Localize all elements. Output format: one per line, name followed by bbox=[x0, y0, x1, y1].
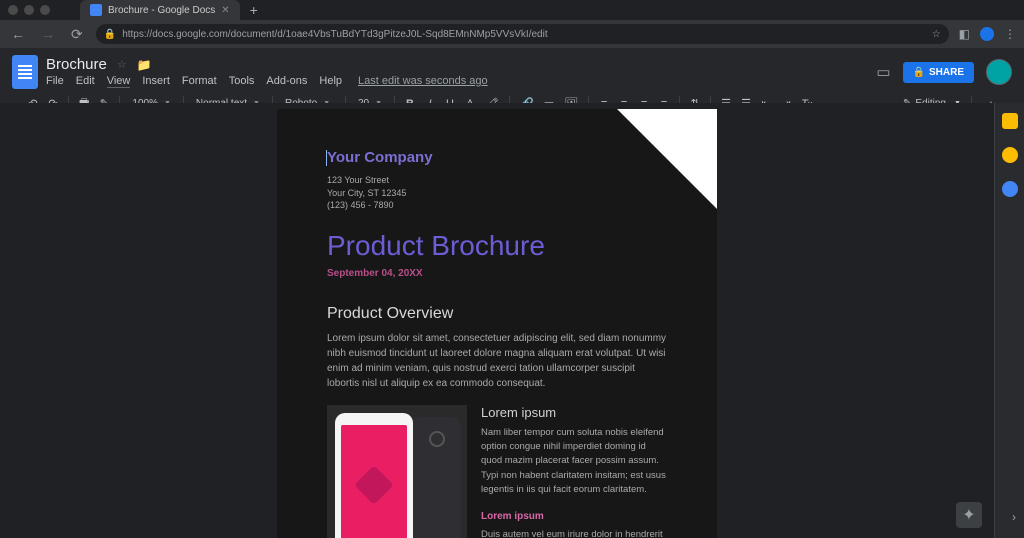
calendar-icon[interactable] bbox=[1002, 113, 1018, 129]
address-bar[interactable]: 🔒 https://docs.google.com/document/d/1oa… bbox=[96, 24, 949, 44]
share-button[interactable]: 🔒 SHARE bbox=[903, 62, 974, 83]
menu-insert[interactable]: Insert bbox=[142, 75, 170, 88]
comments-icon[interactable]: ▭ bbox=[876, 63, 890, 81]
sub-heading[interactable]: Lorem ipsum bbox=[481, 405, 667, 420]
body-paragraph[interactable]: Lorem ipsum dolor sit amet, consectetuer… bbox=[327, 331, 667, 391]
section-title[interactable]: Product Overview bbox=[327, 305, 667, 323]
google-docs-logo[interactable] bbox=[12, 55, 38, 89]
extension-badge-icon[interactable] bbox=[980, 27, 994, 41]
explore-button[interactable]: ✦ bbox=[956, 502, 982, 528]
document-canvas[interactable]: Your Company 123 Your Street Your City, … bbox=[0, 103, 994, 538]
url-text: https://docs.google.com/document/d/1oae4… bbox=[122, 29, 547, 40]
menu-bar: File Edit View Insert Format Tools Add-o… bbox=[46, 75, 488, 88]
text-cursor bbox=[326, 150, 327, 166]
star-icon[interactable]: ☆ bbox=[932, 29, 941, 40]
menu-addons[interactable]: Add-ons bbox=[266, 75, 307, 88]
hide-panel-button[interactable]: › bbox=[1012, 510, 1016, 524]
document-title[interactable]: Brochure bbox=[46, 56, 107, 73]
docs-favicon bbox=[90, 4, 102, 16]
tasks-icon[interactable] bbox=[1002, 181, 1018, 197]
star-document-icon[interactable]: ☆ bbox=[117, 58, 127, 71]
close-tab-icon[interactable]: ✕ bbox=[221, 5, 229, 16]
close-window[interactable] bbox=[8, 5, 18, 15]
sub-paragraph[interactable]: Nam liber tempor cum soluta nobis eleife… bbox=[481, 426, 667, 497]
browser-tab[interactable]: Brochure - Google Docs ✕ bbox=[80, 0, 240, 20]
menu-format[interactable]: Format bbox=[182, 75, 217, 88]
company-name[interactable]: Your Company bbox=[327, 149, 667, 166]
back-button[interactable]: ← bbox=[8, 26, 28, 42]
keep-icon[interactable] bbox=[1002, 147, 1018, 163]
browser-menu-icon[interactable]: ⋮ bbox=[1004, 27, 1016, 41]
brochure-date[interactable]: September 04, 20XX bbox=[327, 268, 667, 279]
product-image[interactable] bbox=[327, 405, 467, 538]
reload-button[interactable]: ⟳ bbox=[68, 26, 86, 43]
lock-icon: 🔒 bbox=[104, 29, 116, 40]
menu-file[interactable]: File bbox=[46, 75, 64, 88]
lock-icon: 🔒 bbox=[913, 67, 925, 78]
account-avatar[interactable] bbox=[986, 59, 1012, 85]
new-tab-button[interactable]: + bbox=[250, 2, 258, 18]
extension-icon[interactable]: ◧ bbox=[959, 27, 970, 41]
last-edit-link[interactable]: Last edit was seconds ago bbox=[358, 75, 488, 88]
side-panel bbox=[994, 103, 1024, 538]
pink-label[interactable]: Lorem ipsum bbox=[481, 511, 667, 522]
menu-view[interactable]: View bbox=[107, 75, 131, 88]
window-controls[interactable] bbox=[0, 5, 50, 15]
menu-help[interactable]: Help bbox=[319, 75, 342, 88]
minimize-window[interactable] bbox=[24, 5, 34, 15]
tab-title: Brochure - Google Docs bbox=[108, 5, 215, 16]
corner-decoration bbox=[587, 109, 717, 239]
page[interactable]: Your Company 123 Your Street Your City, … bbox=[277, 109, 717, 538]
menu-tools[interactable]: Tools bbox=[229, 75, 255, 88]
move-folder-icon[interactable]: 📁 bbox=[137, 58, 152, 72]
maximize-window[interactable] bbox=[40, 5, 50, 15]
sub-paragraph[interactable]: Duis autem vel eum iriure dolor in hendr… bbox=[481, 528, 667, 538]
forward-button[interactable]: → bbox=[38, 26, 58, 42]
menu-edit[interactable]: Edit bbox=[76, 75, 95, 88]
